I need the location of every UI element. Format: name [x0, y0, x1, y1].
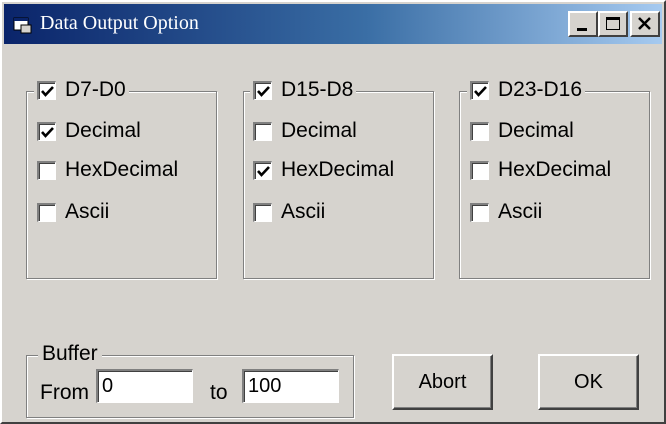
option-label: HexDecimal [498, 158, 612, 181]
title-bar[interactable]: Data Output Option [4, 4, 662, 44]
ok-button[interactable]: OK [538, 354, 639, 410]
checkbox-ascii[interactable] [37, 202, 56, 222]
option-d23-d16-decimal[interactable]: Decimal [470, 119, 574, 143]
option-d23-d16-ascii[interactable]: Ascii [470, 200, 542, 224]
option-label: Decimal [498, 119, 574, 142]
option-label: Decimal [65, 119, 141, 142]
checkbox-d15-d8[interactable] [253, 80, 272, 100]
close-button[interactable] [630, 11, 660, 37]
option-label: HexDecimal [65, 158, 179, 181]
checkbox-decimal[interactable] [470, 121, 489, 141]
minimize-button[interactable] [568, 11, 598, 37]
close-icon [638, 17, 651, 30]
checkmark-icon [257, 85, 270, 97]
option-d7-d0-hexdecimal[interactable]: HexDecimal [37, 158, 178, 182]
from-input[interactable]: 0 [96, 369, 193, 403]
checkbox-hexdecimal[interactable] [37, 160, 56, 180]
checkbox-ascii[interactable] [253, 202, 272, 222]
buffer-group-title: Buffer [38, 342, 102, 366]
checkbox-hexdecimal[interactable] [253, 160, 272, 180]
group-d7-d0-header[interactable]: D7-D0 [34, 78, 129, 102]
minimize-icon [577, 28, 587, 31]
option-d15-d8-ascii[interactable]: Ascii [253, 200, 325, 224]
data-output-option-window: Data Output Option D7-D0 Decimal HexDeci… [0, 0, 666, 424]
group-d15-d8-header[interactable]: D15-D8 [250, 78, 357, 102]
option-label: Ascii [498, 200, 543, 223]
group-d23-d16-header[interactable]: D23-D16 [467, 78, 586, 102]
checkbox-d23-d16[interactable] [470, 80, 489, 100]
option-label: Ascii [65, 200, 110, 223]
maximize-button[interactable] [598, 11, 628, 37]
group-d15-d8-label: D15-D8 [281, 78, 354, 101]
to-input[interactable]: 100 [242, 369, 339, 403]
window-title: Data Output Option [40, 12, 199, 34]
option-d7-d0-ascii[interactable]: Ascii [37, 200, 109, 224]
checkbox-decimal[interactable] [37, 121, 56, 141]
checkmark-icon [41, 85, 54, 97]
option-d23-d16-hexdecimal[interactable]: HexDecimal [470, 158, 611, 182]
option-d15-d8-hexdecimal[interactable]: HexDecimal [253, 158, 394, 182]
checkbox-decimal[interactable] [253, 121, 272, 141]
checkbox-d7-d0[interactable] [37, 80, 56, 100]
option-d7-d0-decimal[interactable]: Decimal [37, 119, 141, 143]
checkbox-hexdecimal[interactable] [470, 160, 489, 180]
group-d7-d0-label: D7-D0 [65, 78, 126, 101]
checkmark-icon [41, 126, 54, 138]
app-icon [13, 17, 32, 34]
from-label: From [40, 381, 89, 404]
checkmark-icon [474, 85, 487, 97]
checkbox-ascii[interactable] [470, 202, 489, 222]
abort-button[interactable]: Abort [392, 354, 493, 410]
option-label: HexDecimal [281, 158, 395, 181]
option-d15-d8-decimal[interactable]: Decimal [253, 119, 357, 143]
option-label: Ascii [281, 200, 326, 223]
maximize-icon [606, 17, 620, 30]
checkmark-icon [257, 165, 270, 177]
option-label: Decimal [281, 119, 357, 142]
group-d23-d16-label: D23-D16 [498, 78, 583, 101]
to-label: to [210, 381, 228, 404]
